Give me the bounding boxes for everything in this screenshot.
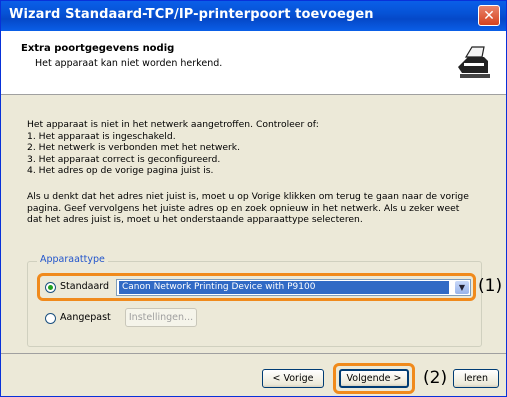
body-line: 2. Het netwerk is verbonden met het netw… [27, 142, 241, 154]
callout-label-2: (2) [423, 368, 448, 388]
wizard-window: Wizard Standaard-TCP/IP-printerpoort toe… [0, 0, 507, 397]
instruction-paragraph: Als u denkt dat het adres niet juist is,… [27, 191, 469, 226]
cancel-button[interactable]: leren [453, 369, 499, 388]
callout-highlight-2 [333, 363, 415, 394]
footer-separator [1, 353, 506, 354]
close-button[interactable]: ✕ [478, 5, 500, 26]
check-list: Het apparaat is niet in het netwerk aang… [27, 119, 319, 177]
back-button[interactable]: < Vorige [262, 369, 324, 388]
settings-button[interactable]: Instellingen... [125, 308, 197, 327]
custom-radio[interactable] [45, 313, 56, 324]
device-type-group-label: Apparaattype [37, 254, 108, 265]
body-line: 3. Het apparaat correct is geconfigureer… [27, 153, 221, 165]
title-bar[interactable]: Wizard Standaard-TCP/IP-printerpoort toe… [1, 1, 506, 31]
header-subtitle: Het apparaat kan niet worden herkend. [35, 58, 223, 69]
wizard-header: Extra poortgegevens nodig Het apparaat k… [1, 31, 506, 95]
printer-network-icon [454, 41, 492, 81]
custom-label[interactable]: Aangepast [60, 312, 111, 323]
body-line: Het apparaat is niet in het netwerk aang… [27, 119, 319, 130]
window-title: Wizard Standaard-TCP/IP-printerpoort toe… [9, 7, 374, 22]
body-line: dat het adres juist is, moet u het onder… [27, 214, 363, 226]
body-line: pagina. Geef vervolgens het juiste adres… [27, 202, 460, 214]
body-line: Als u denkt dat het adres niet juist is,… [27, 191, 469, 202]
callout-highlight-1 [37, 273, 476, 301]
header-title: Extra poortgegevens nodig [21, 43, 175, 54]
body-line: 4. Het adres op de vorige pagina juist i… [27, 165, 214, 177]
body-line: 1. Het apparaat is ingeschakeld. [27, 130, 176, 142]
callout-label-1: (1) [478, 276, 503, 296]
